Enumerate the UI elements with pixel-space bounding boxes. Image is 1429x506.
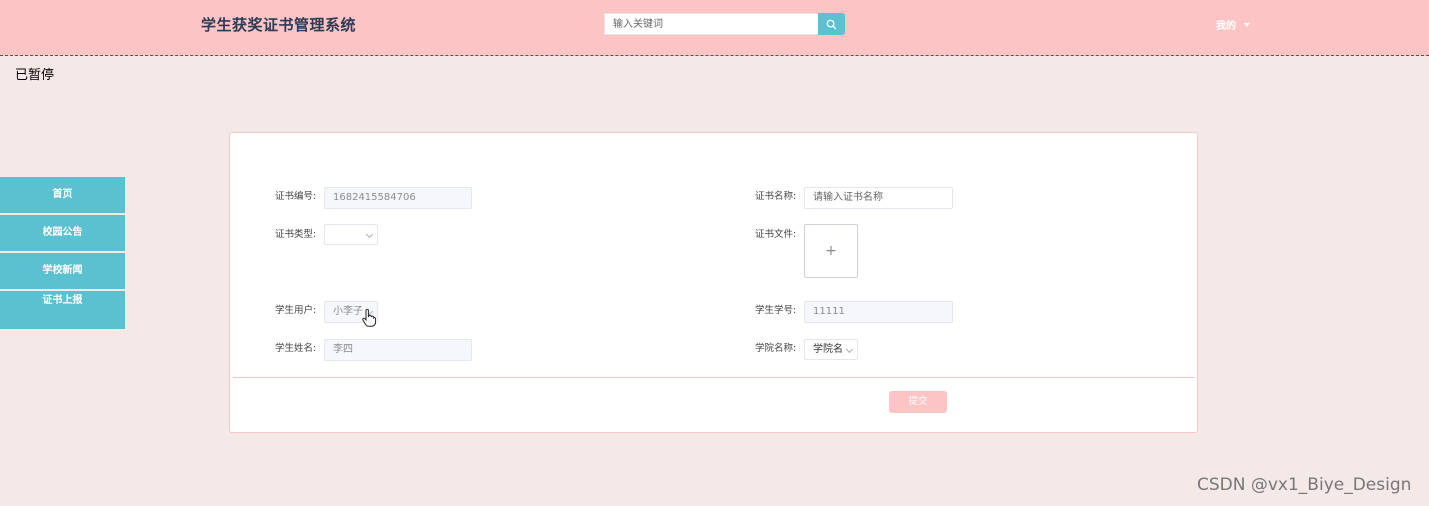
college-name-label: 学院名称: xyxy=(755,343,797,354)
student-name-label: 学生姓名: xyxy=(275,343,317,354)
hand-pointer-icon xyxy=(362,309,376,327)
cert-name-label: 证书名称: xyxy=(755,191,797,202)
sidebar: 首页 校园公告 学校新闻 证书上报 xyxy=(0,177,125,331)
submit-button[interactable]: 提交 xyxy=(889,391,947,413)
cert-file-label: 证书文件: xyxy=(755,229,797,240)
chevron-down-icon xyxy=(365,230,374,239)
sidebar-item-cert-report[interactable]: 证书上报 xyxy=(0,291,125,329)
plus-icon: + xyxy=(825,243,837,259)
cert-no-label: 证书编号: xyxy=(275,191,317,202)
sidebar-item-campus-notice[interactable]: 校园公告 xyxy=(0,215,125,251)
user-menu[interactable]: 我的 xyxy=(1216,17,1250,32)
search-button[interactable] xyxy=(818,13,845,35)
form-divider xyxy=(233,377,1195,378)
search-icon xyxy=(826,19,837,29)
college-name-select[interactable]: 学院名 xyxy=(804,339,858,360)
search-input[interactable] xyxy=(604,13,818,35)
caret-down-icon xyxy=(1244,22,1250,27)
college-name-value: 学院名 xyxy=(813,344,843,355)
cert-type-select[interactable] xyxy=(324,224,378,245)
watermark-text: CSDN @vx1_Biye_Design xyxy=(1197,475,1412,495)
student-user-value: 小李子 xyxy=(333,306,363,317)
sidebar-item-school-news[interactable]: 学校新闻 xyxy=(0,253,125,289)
cert-no-field[interactable]: 1682415584706 xyxy=(324,187,472,209)
cert-type-label: 证书类型: xyxy=(275,229,317,240)
student-name-field[interactable]: 李四 xyxy=(324,339,472,361)
cert-name-input[interactable]: 请输入证书名称 xyxy=(804,187,953,209)
student-user-label: 学生用户: xyxy=(275,305,317,316)
cert-file-upload[interactable]: + xyxy=(804,224,858,278)
chevron-down-icon xyxy=(845,345,854,354)
top-header: 学生获奖证书管理系统 我的 xyxy=(0,0,1429,56)
cert-form-card: 证书编号: 1682415584706 证书名称: 请输入证书名称 证书类型: … xyxy=(229,132,1198,433)
paused-status-text: 已暂停 xyxy=(15,68,55,83)
student-no-label: 学生学号: xyxy=(755,305,797,316)
student-no-field[interactable]: 11111 xyxy=(804,301,953,323)
app-title: 学生获奖证书管理系统 xyxy=(201,16,357,34)
sidebar-item-home[interactable]: 首页 xyxy=(0,177,125,213)
user-menu-label: 我的 xyxy=(1216,21,1236,32)
